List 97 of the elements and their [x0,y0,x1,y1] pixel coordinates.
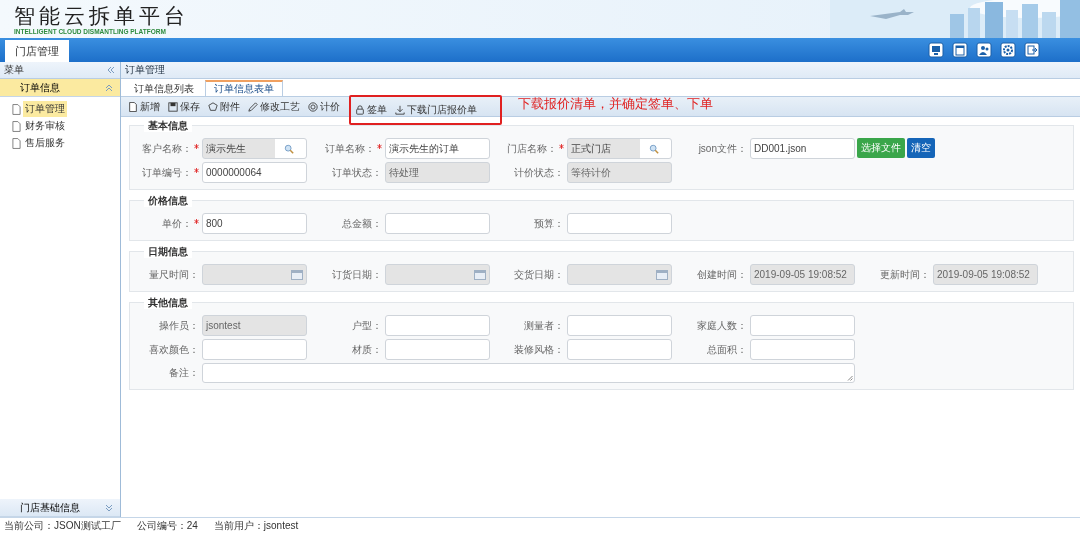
field-label: 总面积： [707,342,747,357]
field-label: 客户名称： [142,141,192,156]
chevron-down-icon [104,502,114,513]
field-label: 量尺时间： [149,267,199,282]
field-label: 装修风格： [514,342,564,357]
settings-icon[interactable] [1000,42,1016,58]
input-field[interactable] [385,213,490,234]
lookup-field[interactable]: 正式门店 [567,138,672,159]
document-icon [12,120,21,132]
search-icon[interactable] [649,143,659,154]
input-field[interactable] [750,315,855,336]
input-field[interactable] [202,339,307,360]
section-title: 价格信息 [144,195,192,207]
file-field[interactable]: DD001.json [750,138,855,159]
toolbar-button[interactable]: 附件 [205,99,243,114]
toolbar-button[interactable]: 新增 [125,99,163,114]
field-label: 更新时间： [880,267,930,282]
menu-item[interactable]: 售后服务 [23,135,67,151]
resize-grip-icon [847,375,853,381]
status-text: 公司编号：24 [136,518,198,533]
download-icon [395,104,405,115]
input-field[interactable]: 演示先生的订单 [385,138,490,159]
toolbar-button[interactable]: 保存 [165,99,203,114]
calendar-icon[interactable] [952,42,968,58]
sidebar-title: 菜单 [4,63,24,77]
field-label: 订货日期： [332,267,382,282]
toolbar-button[interactable]: 签单 [352,102,390,117]
readonly-field: 待处理 [385,162,490,183]
notes-field[interactable] [202,363,855,383]
input-field[interactable] [385,339,490,360]
field-label: 订单名称： [325,141,375,156]
field-label: 喜欢颜色： [149,342,199,357]
document-icon [12,137,21,149]
input-field[interactable]: 0000000064 [202,162,307,183]
toolbar-button[interactable]: 下载门店报价单 [392,102,480,117]
field-label: 操作员： [159,318,199,333]
date-field[interactable] [385,264,490,285]
input-field[interactable] [567,315,672,336]
field-label: 计价状态： [514,165,564,180]
collapse-icon[interactable] [106,65,116,75]
menu-group[interactable]: 门店基础信息 [0,499,120,517]
field-value: 正式门店 [571,141,611,156]
input-field[interactable]: 800 [202,213,307,234]
users-icon[interactable] [976,42,992,58]
toolbar-button[interactable]: 修改工艺 [245,99,303,114]
document-icon [12,103,21,115]
status-text: 当前用户：jsontest [213,518,299,533]
search-icon[interactable] [284,143,294,154]
field-label: 预算： [534,216,564,231]
breadcrumb: 订单管理 [125,63,165,77]
menu-group[interactable]: 订单信息 [0,79,120,97]
field-label: 订单编号： [142,165,192,180]
field-label: 测量者： [524,318,564,333]
file-button[interactable]: 清空 [907,138,935,158]
menu-item[interactable]: 财务审核 [23,118,67,134]
platform-title: 智能云拆单平台 [14,4,189,28]
field-label: 家庭人数： [697,318,747,333]
chevron-up-icon [104,82,114,93]
section-title: 其他信息 [144,297,192,309]
tab[interactable]: 订单信息列表 [125,80,203,96]
date-field[interactable] [202,264,307,285]
lock-icon [355,104,365,115]
input-field[interactable] [567,213,672,234]
lookup-field[interactable]: 演示先生 [202,138,307,159]
readonly-field: 等待计价 [567,162,672,183]
document-icon [128,101,138,112]
section-title: 基本信息 [144,120,192,132]
readonly-field: 2019-09-05 19:08:52 [750,264,855,285]
field-label: 备注： [169,366,199,380]
badge-icon [208,101,218,112]
field-label: 创建时间： [697,267,747,282]
logout-icon[interactable] [1024,42,1040,58]
monitor-icon[interactable] [928,42,944,58]
field-label: 单价： [162,216,192,231]
field-value: 演示先生 [206,141,246,156]
menu-item[interactable]: 订单管理 [23,101,67,117]
annotation-text: 下载报价清单，并确定签单、下单 [518,94,713,113]
field-label: 材质： [352,342,382,357]
field-label: json文件： [698,141,747,156]
field-label: 订单状态： [332,165,382,180]
module-tab[interactable]: 门店管理 [5,40,69,62]
date-field[interactable] [567,264,672,285]
input-field[interactable] [750,339,855,360]
pencil-icon [248,101,258,112]
tab[interactable]: 订单信息表单 [205,80,283,96]
field-label: 总金额： [342,216,382,231]
status-text: 当前公司：JSON测试工厂 [4,518,121,533]
input-field[interactable] [567,339,672,360]
toolbar-button[interactable]: 计价 [305,99,343,114]
readonly-field: 2019-09-05 19:08:52 [933,264,1038,285]
field-label: 户型： [352,318,382,333]
section-title: 日期信息 [144,246,192,258]
field-label: 交货日期： [514,267,564,282]
coin-icon [308,101,318,112]
readonly-field: jsontest [202,315,307,336]
field-label: 门店名称： [507,141,557,156]
input-field[interactable] [385,315,490,336]
